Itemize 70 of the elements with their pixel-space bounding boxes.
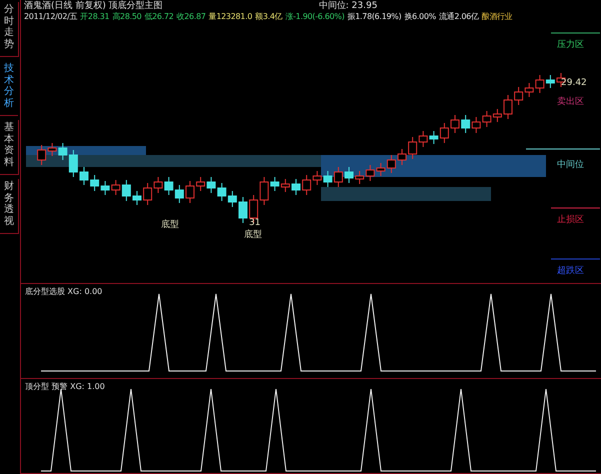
candlestick bbox=[366, 164, 375, 182]
mid-level-label: 中间位: 23.95 bbox=[318, 0, 378, 12]
candlestick bbox=[238, 196, 248, 224]
zone-label: 止损区 bbox=[557, 214, 584, 226]
quote-value: 收26.87 bbox=[176, 12, 206, 22]
quote-value: 涨-1.90(-6.60%) bbox=[285, 12, 344, 22]
price-label: 29.42 bbox=[561, 78, 587, 88]
quote-value: 换6.00% bbox=[404, 12, 436, 22]
side-tab[interactable]: 财务透视 bbox=[0, 179, 19, 234]
quote-value: 酿酒行业 bbox=[482, 12, 512, 22]
candlestick bbox=[80, 166, 88, 186]
quote-date: 2011/12/02/五 bbox=[24, 12, 78, 22]
quote-value: 开28.31 bbox=[80, 12, 110, 22]
candlestick bbox=[386, 154, 396, 174]
side-tab[interactable]: 技术分析 bbox=[0, 61, 18, 116]
candlestick bbox=[217, 182, 226, 202]
candlestick bbox=[174, 184, 184, 204]
zone-label: 压力区 bbox=[557, 38, 584, 51]
candlestick bbox=[164, 176, 174, 196]
candlestick bbox=[535, 74, 544, 94]
candlestick bbox=[355, 170, 364, 184]
quote-value: 量123281.0 bbox=[208, 12, 252, 22]
quote-value: 低26.72 bbox=[144, 12, 174, 22]
quote-value: 高28.50 bbox=[112, 12, 142, 22]
candlestick bbox=[398, 148, 406, 166]
candlestick bbox=[344, 166, 354, 184]
price-label: 31 bbox=[249, 218, 260, 228]
candlestick bbox=[228, 190, 237, 208]
candlestick bbox=[122, 180, 131, 202]
candlestick bbox=[186, 180, 194, 204]
candlestick bbox=[546, 74, 555, 88]
candlestick bbox=[461, 114, 470, 134]
candlestick bbox=[100, 180, 110, 196]
candlestick bbox=[206, 176, 216, 194]
quote-value: 振1.78(6.19%) bbox=[347, 12, 402, 22]
candlestick bbox=[514, 86, 524, 106]
candlestick bbox=[323, 170, 332, 188]
side-tab[interactable]: 基本资料 bbox=[0, 120, 19, 175]
candlestick bbox=[334, 166, 343, 188]
candlestick bbox=[408, 136, 418, 160]
candlestick bbox=[143, 182, 152, 206]
candlestick bbox=[312, 170, 322, 186]
candlestick bbox=[280, 178, 290, 192]
candlestick bbox=[482, 110, 492, 128]
zone-label: 超跌区 bbox=[557, 264, 584, 277]
candlestick bbox=[111, 180, 120, 196]
indicator-title: 底分型选股 XG: 0.00 bbox=[25, 286, 102, 297]
zone-label: 中间位 bbox=[557, 158, 584, 171]
quote-value: 流通2.06亿 bbox=[438, 12, 479, 22]
quote-value: 额3.4亿 bbox=[255, 12, 282, 22]
side-tab[interactable]: 分时走势 bbox=[0, 2, 19, 57]
candlestick bbox=[492, 108, 502, 122]
candlestick bbox=[249, 194, 258, 224]
candlestick bbox=[524, 82, 534, 98]
chart-title: 酒鬼酒(日线 前复权) 顶底分型主图 bbox=[24, 0, 163, 12]
candlestick bbox=[450, 114, 460, 134]
indicator-title: 顶分型 预警 XG: 1.00 bbox=[25, 381, 105, 392]
candlestick bbox=[418, 130, 428, 148]
price-label: 底型 bbox=[161, 218, 179, 231]
candlestick bbox=[504, 94, 512, 120]
price-label: 底型 bbox=[244, 228, 262, 241]
candlestick bbox=[302, 174, 312, 196]
candlestick bbox=[472, 116, 481, 134]
zone-label: 卖出区 bbox=[557, 96, 584, 108]
candlestick bbox=[132, 190, 142, 206]
candlestick bbox=[90, 174, 100, 192]
candlestick bbox=[376, 162, 386, 176]
candlestick bbox=[196, 176, 206, 192]
candlestick bbox=[154, 176, 163, 194]
candlestick bbox=[292, 178, 300, 196]
